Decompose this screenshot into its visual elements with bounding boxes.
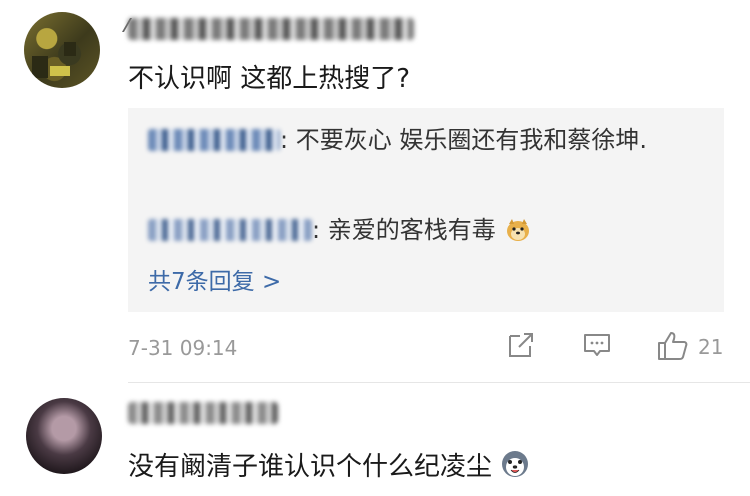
username-blurred[interactable] — [128, 402, 278, 424]
reply-separator: : — [280, 126, 296, 154]
reply-item[interactable]: : 不要灰心 娱乐圈还有我和蔡徐坤. — [148, 122, 704, 158]
comment-content: 没有阚清子谁认识个什么纪凌尘 — [128, 446, 530, 483]
doge-emoji — [507, 219, 530, 241]
reply-username-blurred[interactable] — [148, 129, 280, 151]
comment-text: 没有阚清子谁认识个什么纪凌尘 — [128, 452, 493, 482]
reply-text: 不要灰心 娱乐圈还有我和蔡徐坤. — [295, 126, 647, 154]
like-count: 21 — [698, 335, 724, 359]
thumbs-up-icon[interactable] — [656, 330, 690, 362]
username-blurred[interactable] — [128, 18, 414, 40]
divider — [128, 382, 750, 383]
reply-box[interactable]: : 不要灰心 娱乐圈还有我和蔡徐坤. : 亲爱的客栈有毒 共7条回复 > — [128, 108, 724, 312]
reply-username-blurred[interactable] — [148, 219, 312, 241]
reply-separator: : — [312, 216, 328, 244]
avatar[interactable] — [26, 398, 102, 474]
avatar[interactable] — [24, 12, 100, 88]
share-icon[interactable] — [506, 330, 536, 360]
reply-text: 亲爱的客栈有毒 — [327, 216, 496, 244]
more-replies-link[interactable]: 共7条回复 > — [148, 262, 281, 296]
reply-item[interactable]: : 亲爱的客栈有毒 — [148, 212, 531, 248]
timestamp: 7-31 09:14 — [128, 336, 238, 360]
comment-icon[interactable] — [582, 330, 612, 360]
husky-emoji — [502, 451, 529, 477]
comment-content: 不认识啊 这都上热搜了? — [128, 64, 411, 94]
